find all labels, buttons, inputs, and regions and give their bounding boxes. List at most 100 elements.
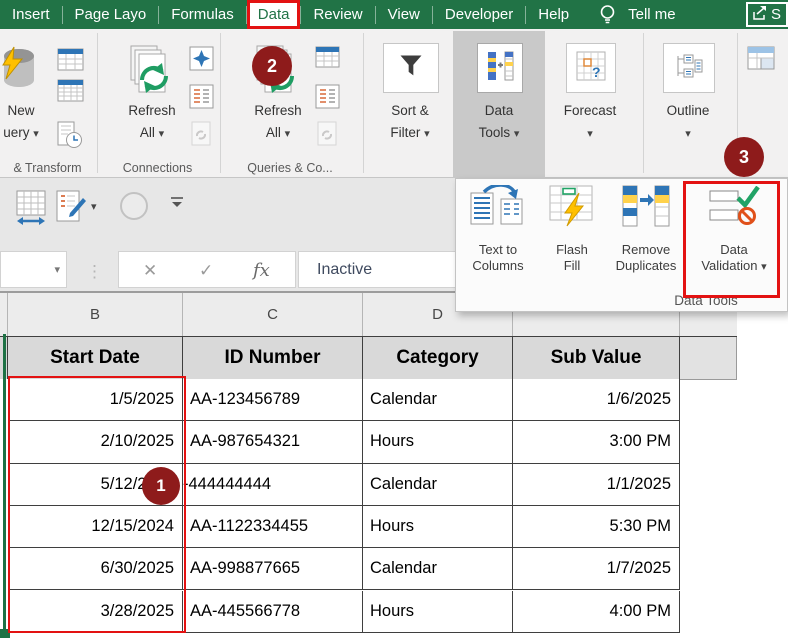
cell-id-number[interactable]: AA-1122334455 xyxy=(183,506,363,548)
lightbulb-icon xyxy=(599,0,616,29)
outline-icon xyxy=(674,51,704,86)
edit-links-icon xyxy=(315,121,340,153)
table-icon[interactable] xyxy=(747,46,775,75)
cell-category[interactable]: Hours xyxy=(363,591,513,634)
tab-data[interactable]: Data xyxy=(247,0,301,29)
circle-shape-icon[interactable] xyxy=(119,191,149,226)
remove-duplicates-icon xyxy=(621,184,671,228)
cell-id-number[interactable]: AA-123456789 xyxy=(183,379,363,421)
flash-fill-icon xyxy=(549,184,595,228)
cell-sub-value[interactable]: 3:00 PM xyxy=(513,421,680,463)
cell-sub-value[interactable]: 1/7/2025 xyxy=(513,548,680,590)
workbook-connections-icon[interactable] xyxy=(189,84,214,114)
chevron-down-icon[interactable]: ▾ xyxy=(54,263,60,276)
header-sub-value[interactable]: Sub Value xyxy=(513,337,680,380)
cell-category[interactable]: Calendar xyxy=(363,548,513,590)
cell-id-number[interactable]: AA-987654321 xyxy=(183,421,363,463)
cell-sub-value[interactable]: 1/1/2025 xyxy=(513,464,680,506)
cancel-icon[interactable]: ✕ xyxy=(143,252,157,289)
column-letter-c[interactable]: C xyxy=(183,293,363,336)
chevron-down-icon: ▾ xyxy=(587,128,593,140)
group-divider xyxy=(220,33,221,173)
selection-border-left xyxy=(3,334,6,631)
chevron-down-icon: ▾ xyxy=(285,128,291,140)
chevron-down-icon: ▾ xyxy=(424,128,430,140)
header-start-date[interactable]: Start Date xyxy=(8,337,183,380)
svg-text:?: ? xyxy=(592,64,601,80)
list-icon[interactable] xyxy=(315,84,340,114)
cell-category[interactable]: Hours xyxy=(363,421,513,463)
table-grid-icon[interactable] xyxy=(57,79,84,107)
annotation-rect-data-validation xyxy=(683,181,780,298)
chevron-down-icon[interactable]: ▾ xyxy=(91,200,97,213)
tab-formulas[interactable]: Formulas xyxy=(159,0,246,29)
tell-me-box[interactable]: Tell me xyxy=(616,0,688,29)
tab-insert[interactable]: Insert xyxy=(0,0,62,29)
table-icon[interactable] xyxy=(57,48,84,76)
tab-help[interactable]: Help xyxy=(526,0,581,29)
table-header-row: Start Date ID Number Category Sub Value xyxy=(0,336,737,380)
annotation-badge-2: 2 xyxy=(252,46,292,86)
forecast-icon: ? xyxy=(576,51,606,86)
ellipsis-vertical-icon[interactable]: ⋮ xyxy=(86,253,103,290)
column-letter-b[interactable]: B xyxy=(8,293,183,336)
outline-label[interactable]: Outline ▾ xyxy=(633,100,743,145)
text-to-columns-icon xyxy=(470,184,526,228)
insert-function-icon[interactable]: fx xyxy=(253,252,270,289)
tab-developer[interactable]: Developer xyxy=(433,0,525,29)
share-button[interactable]: S xyxy=(746,2,788,27)
header-category[interactable]: Category xyxy=(363,337,513,380)
cell-sub-value[interactable]: 4:00 PM xyxy=(513,591,680,634)
column-width-icon[interactable] xyxy=(15,190,47,231)
tab-page-layout[interactable]: Page Layo xyxy=(63,0,159,29)
excel-window: Insert Page Layo Formulas Data Review Vi… xyxy=(0,0,788,639)
formula-value: Inactive xyxy=(317,252,372,287)
cell-category[interactable]: Calendar xyxy=(363,464,513,506)
name-box[interactable]: ▾ xyxy=(0,251,67,288)
chevron-down-icon: ▾ xyxy=(33,128,39,140)
customize-toolbar-icon[interactable] xyxy=(170,196,184,217)
chevron-down-icon: ▾ xyxy=(685,128,691,140)
cell-id-number[interactable]: AA-445566778 xyxy=(183,591,363,634)
recent-sources-icon[interactable] xyxy=(57,121,83,154)
group-label-get-transform: & Transform xyxy=(0,161,95,175)
refresh-all-button[interactable] xyxy=(124,44,180,105)
properties-icon[interactable] xyxy=(189,46,214,76)
cell-sub-value[interactable]: 5:30 PM xyxy=(513,506,680,548)
tab-review[interactable]: Review xyxy=(301,0,374,29)
form-edit-icon[interactable] xyxy=(55,190,87,229)
ribbon-data-tab: New uery ▾ & Transform Refresh All ▾ xyxy=(0,29,788,178)
filter-button[interactable] xyxy=(383,43,439,93)
annotation-badge-3: 3 xyxy=(724,137,764,177)
header-id-number[interactable]: ID Number xyxy=(183,337,363,380)
forecast-button[interactable]: ? xyxy=(566,43,616,93)
cell-id-number[interactable]: -444444444 xyxy=(183,464,363,506)
ribbon-tab-bar: Insert Page Layo Formulas Data Review Vi… xyxy=(0,0,788,29)
forecast-label[interactable]: Forecast ▾ xyxy=(535,100,645,145)
chevron-down-icon: ▾ xyxy=(514,128,520,140)
header-empty-cell[interactable] xyxy=(680,337,737,380)
cell-category[interactable]: Hours xyxy=(363,506,513,548)
outline-button[interactable] xyxy=(663,43,715,93)
funnel-icon xyxy=(397,52,425,85)
edit-links-icon xyxy=(189,121,214,153)
new-query-button[interactable] xyxy=(0,46,38,101)
cell-sub-value[interactable]: 1/6/2025 xyxy=(513,379,680,421)
text-to-columns-button[interactable]: Text toColumns xyxy=(458,184,538,292)
remove-duplicates-button[interactable]: RemoveDuplicates xyxy=(608,184,684,292)
column-letter-a[interactable] xyxy=(0,293,8,336)
data-tools-iconbox[interactable] xyxy=(477,43,523,93)
share-label: S xyxy=(771,6,781,23)
cell-category[interactable]: Calendar xyxy=(363,379,513,421)
enter-check-icon[interactable]: ✓ xyxy=(199,252,213,289)
chevron-down-icon: ▾ xyxy=(159,128,165,140)
cell-id-number[interactable]: AA-998877665 xyxy=(183,548,363,590)
group-label-connections: Connections xyxy=(100,161,215,175)
annotation-badge-1: 1 xyxy=(142,467,180,505)
flash-fill-button[interactable]: FlashFill xyxy=(538,184,606,292)
tab-view[interactable]: View xyxy=(376,0,432,29)
table-icon[interactable] xyxy=(315,46,340,73)
data-tools-icon xyxy=(485,50,515,87)
group-label-queries: Queries & Co... xyxy=(225,161,355,175)
share-icon xyxy=(753,6,767,24)
